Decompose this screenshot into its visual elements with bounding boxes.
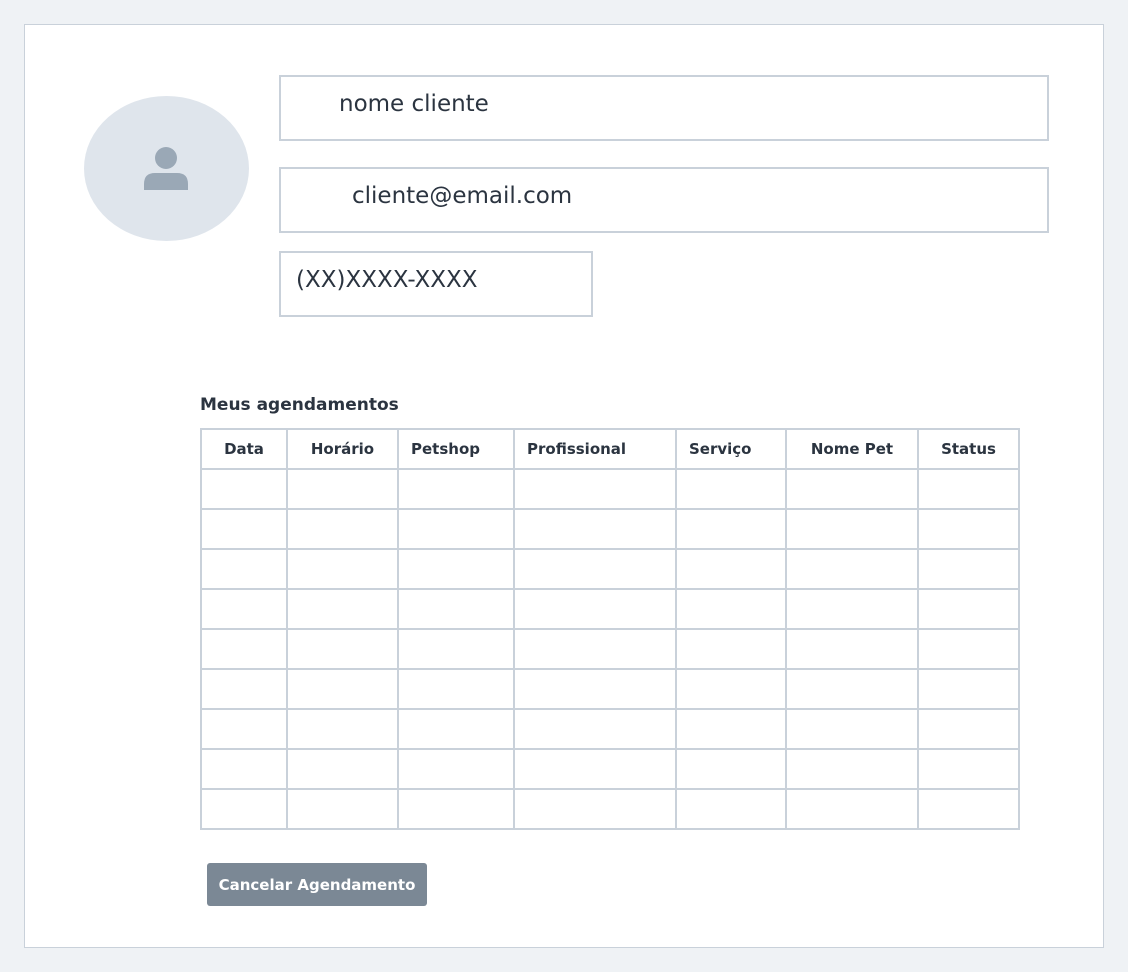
table-cell	[675, 748, 787, 790]
column-header-data[interactable]: Data	[200, 428, 288, 470]
appointments-title: Meus agendamentos	[200, 395, 399, 415]
column-header-nome-pet[interactable]: Nome Pet	[785, 428, 919, 470]
table-cell	[675, 548, 787, 590]
table-cell	[286, 508, 399, 550]
table-cell	[785, 548, 919, 590]
table-cell	[785, 748, 919, 790]
table-row[interactable]	[200, 708, 1020, 750]
table-cell	[675, 788, 787, 830]
table-cell	[917, 548, 1020, 590]
table-cell	[286, 708, 399, 750]
table-cell	[917, 468, 1020, 510]
table-cell	[200, 468, 288, 510]
column-header-profissional[interactable]: Profissional	[513, 428, 677, 470]
table-cell	[675, 708, 787, 750]
client-email-field[interactable]: cliente@email.com	[279, 167, 1049, 233]
table-cell	[917, 668, 1020, 710]
table-cell	[200, 668, 288, 710]
column-header-servico[interactable]: Serviço	[675, 428, 787, 470]
table-cell	[200, 548, 288, 590]
table-cell	[917, 508, 1020, 550]
table-header-row: Data Horário Petshop Profissional Serviç…	[200, 428, 1020, 470]
table-row[interactable]	[200, 548, 1020, 590]
table-cell	[513, 708, 677, 750]
client-phone-field[interactable]: (XX)XXXX-XXXX	[279, 251, 593, 317]
table-cell	[200, 628, 288, 670]
table-cell	[785, 628, 919, 670]
table-cell	[397, 628, 515, 670]
table-cell	[785, 788, 919, 830]
table-row[interactable]	[200, 588, 1020, 630]
table-cell	[397, 748, 515, 790]
table-cell	[200, 748, 288, 790]
table-cell	[513, 548, 677, 590]
table-cell	[675, 468, 787, 510]
table-row[interactable]	[200, 508, 1020, 550]
table-cell	[200, 588, 288, 630]
table-cell	[397, 508, 515, 550]
table-cell	[397, 668, 515, 710]
table-cell	[917, 748, 1020, 790]
table-cell	[513, 588, 677, 630]
table-cell	[513, 788, 677, 830]
table-row[interactable]	[200, 788, 1020, 830]
column-header-petshop[interactable]: Petshop	[397, 428, 515, 470]
table-row[interactable]	[200, 748, 1020, 790]
table-cell	[917, 708, 1020, 750]
table-cell	[286, 668, 399, 710]
table-cell	[200, 508, 288, 550]
table-cell	[397, 588, 515, 630]
column-header-status[interactable]: Status	[917, 428, 1020, 470]
table-cell	[917, 628, 1020, 670]
cancel-appointment-button[interactable]: Cancelar Agendamento	[207, 863, 427, 906]
table-cell	[675, 508, 787, 550]
table-row[interactable]	[200, 468, 1020, 510]
table-cell	[286, 588, 399, 630]
table-cell	[785, 508, 919, 550]
table-cell	[675, 588, 787, 630]
table-cell	[675, 628, 787, 670]
table-cell	[785, 588, 919, 630]
table-cell	[286, 548, 399, 590]
table-cell	[397, 788, 515, 830]
table-cell	[286, 628, 399, 670]
table-cell	[286, 748, 399, 790]
table-cell	[397, 468, 515, 510]
table-cell	[286, 468, 399, 510]
table-cell	[785, 668, 919, 710]
profile-card: nome cliente cliente@email.com (XX)XXXX-…	[24, 24, 1104, 948]
table-cell	[200, 708, 288, 750]
avatar[interactable]	[84, 96, 249, 241]
table-cell	[513, 508, 677, 550]
table-cell	[917, 788, 1020, 830]
appointments-table-body	[200, 468, 1020, 830]
table-cell	[286, 788, 399, 830]
column-header-horario[interactable]: Horário	[286, 428, 399, 470]
table-cell	[785, 708, 919, 750]
appointments-table: Data Horário Petshop Profissional Serviç…	[200, 428, 1020, 830]
table-row[interactable]	[200, 628, 1020, 670]
table-cell	[397, 548, 515, 590]
table-cell	[785, 468, 919, 510]
table-cell	[513, 628, 677, 670]
table-cell	[513, 468, 677, 510]
user-icon	[144, 147, 188, 190]
table-cell	[200, 788, 288, 830]
table-cell	[513, 748, 677, 790]
table-cell	[675, 668, 787, 710]
table-cell	[513, 668, 677, 710]
table-row[interactable]	[200, 668, 1020, 710]
table-cell	[397, 708, 515, 750]
table-cell	[917, 588, 1020, 630]
client-name-field[interactable]: nome cliente	[279, 75, 1049, 141]
